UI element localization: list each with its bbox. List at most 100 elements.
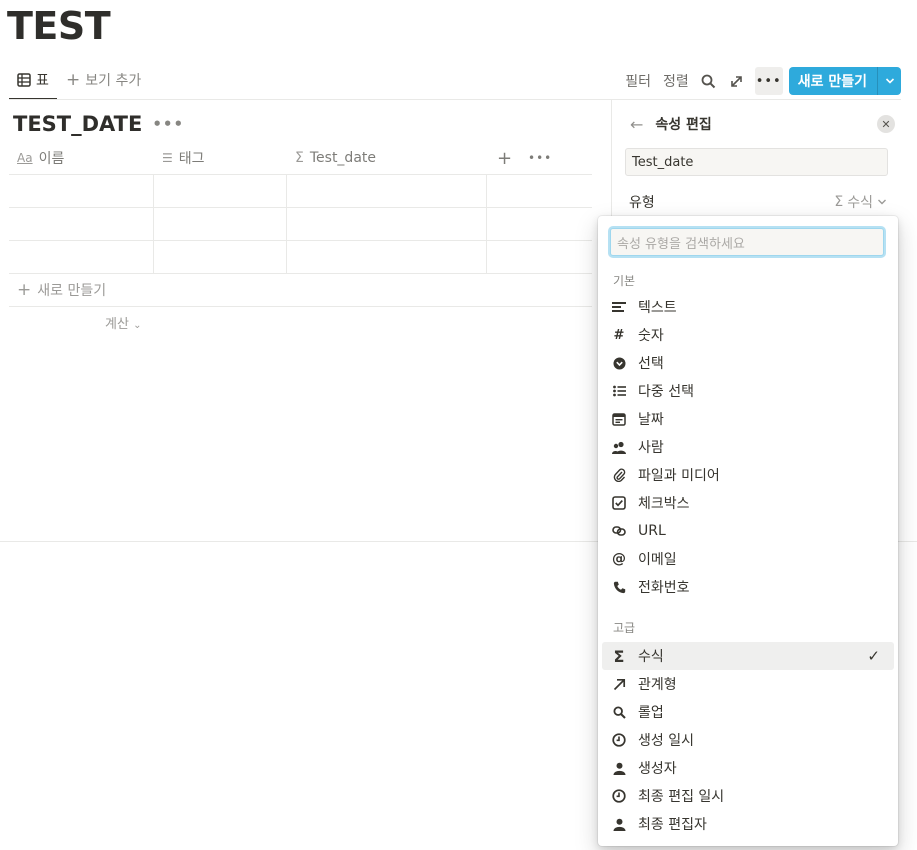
column-label: 이름 xyxy=(38,151,65,167)
column-divider xyxy=(153,175,154,274)
type-search-input[interactable]: 속성 유형을 검색하세요 xyxy=(610,228,884,256)
table-row[interactable] xyxy=(9,175,592,208)
option-label: 생성자 xyxy=(638,761,677,777)
phone-icon xyxy=(612,581,626,594)
type-option-number[interactable]: # 숫자 xyxy=(602,321,894,349)
column-divider xyxy=(486,175,487,274)
option-label: 전화번호 xyxy=(638,580,690,596)
database-title-text[interactable]: TEST_DATE xyxy=(13,112,142,136)
list-icon: ☰ xyxy=(162,151,173,165)
new-row-button[interactable]: + 새로 만들기 xyxy=(9,274,592,307)
panel-title: 속성 편집 xyxy=(655,117,712,133)
type-option-phone[interactable]: 전화번호 xyxy=(602,573,894,601)
type-option-select[interactable]: 선택 xyxy=(602,349,894,377)
view-bar: 표 + 보기 추가 필터 정렬 ••• 새로 만들기 xyxy=(0,62,917,100)
filter-button[interactable]: 필터 xyxy=(619,71,657,91)
type-option-date[interactable]: 날짜 xyxy=(602,405,894,433)
column-header-name[interactable]: Aa 이름 xyxy=(17,142,64,174)
plus-icon: + xyxy=(497,147,513,169)
add-view-button[interactable]: + 보기 추가 xyxy=(66,62,141,98)
person-icon xyxy=(612,818,626,831)
new-row-label: 새로 만들기 xyxy=(37,283,107,299)
column-header-test-date[interactable]: Σ Test_date xyxy=(295,142,376,174)
plus-icon: + xyxy=(17,280,32,300)
sigma-icon: Σ xyxy=(613,646,625,666)
search-icon[interactable] xyxy=(695,67,723,95)
type-option-created-time[interactable]: 생성 일시 xyxy=(602,726,894,754)
type-option-last-edited-time[interactable]: 최종 편집 일시 xyxy=(602,782,894,810)
column-header-tags[interactable]: ☰ 태그 xyxy=(162,142,205,174)
option-label: 최종 편집 일시 xyxy=(638,789,725,805)
close-icon[interactable]: ✕ xyxy=(877,115,895,133)
type-option-relation[interactable]: 관계형 xyxy=(602,670,894,698)
column-label: 태그 xyxy=(178,151,205,167)
more-options-icon[interactable]: ••• xyxy=(528,142,552,174)
more-options-icon[interactable]: ••• xyxy=(152,115,184,133)
chevron-down-icon: ⌄ xyxy=(133,320,142,331)
option-label: 다중 선택 xyxy=(638,384,694,400)
section-advanced: 고급 xyxy=(613,621,636,635)
arrow-left-icon[interactable]: ← xyxy=(630,115,643,134)
type-option-last-edited-by[interactable]: 최종 편집자 xyxy=(602,810,894,838)
tab-table-view[interactable]: 표 xyxy=(9,62,57,100)
calendar-icon xyxy=(612,412,626,426)
option-label: 이메일 xyxy=(638,552,677,568)
search-icon xyxy=(612,705,626,719)
search-placeholder: 속성 유형을 검색하세요 xyxy=(617,236,745,252)
calculate-button[interactable]: 계산 ⌄ xyxy=(105,313,141,332)
type-option-files[interactable]: 파일과 미디어 xyxy=(602,461,894,489)
type-option-text[interactable]: 텍스트 xyxy=(602,293,894,321)
add-view-label: 보기 추가 xyxy=(85,73,142,89)
chevron-down-icon xyxy=(878,199,886,205)
clock-icon xyxy=(612,789,626,803)
type-option-formula[interactable]: Σ 수식 ✓ xyxy=(602,642,894,670)
type-option-created-by[interactable]: 생성자 xyxy=(602,754,894,782)
table-row[interactable] xyxy=(9,241,592,274)
people-icon xyxy=(612,441,626,454)
paperclip-icon xyxy=(612,468,626,482)
tab-label: 표 xyxy=(36,73,49,89)
type-option-checkbox[interactable]: 체크박스 xyxy=(602,489,894,517)
type-option-url[interactable]: URL xyxy=(602,517,894,545)
type-option-email[interactable]: @ 이메일 xyxy=(602,545,894,573)
database-title: TEST_DATE ••• xyxy=(13,112,184,136)
type-label: 유형 xyxy=(629,195,655,211)
option-label: URL xyxy=(638,523,666,539)
multi-select-icon xyxy=(612,385,626,397)
page-title[interactable]: TEST xyxy=(7,4,111,48)
add-column-button[interactable]: + xyxy=(497,142,512,174)
option-label: 사람 xyxy=(638,440,664,456)
type-option-multi-select[interactable]: 다중 선택 xyxy=(602,377,894,405)
sort-button[interactable]: 정렬 xyxy=(657,71,695,91)
column-label: Test_date xyxy=(309,150,376,166)
at-icon: @ xyxy=(612,551,626,567)
toolbar: 필터 정렬 ••• 새로 만들기 xyxy=(619,66,901,96)
chevron-down-icon[interactable] xyxy=(877,67,901,95)
property-type-menu: 속성 유형을 검색하세요 기본 텍스트 # 숫자 선택 다중 선택 날짜 사람 … xyxy=(598,216,898,846)
section-basic: 기본 xyxy=(613,274,636,288)
new-button-group: 새로 만들기 xyxy=(788,67,901,95)
new-button[interactable]: 새로 만들기 xyxy=(789,67,877,95)
table-row[interactable] xyxy=(9,208,592,241)
option-label: 체크박스 xyxy=(638,496,690,512)
table-icon xyxy=(17,73,31,87)
more-options-icon[interactable]: ••• xyxy=(754,67,783,95)
person-icon xyxy=(612,762,626,775)
text-lines-icon xyxy=(612,301,626,313)
link-icon xyxy=(612,525,626,537)
type-option-rollup[interactable]: 롤업 xyxy=(602,698,894,726)
expand-icon[interactable] xyxy=(723,67,751,95)
select-icon xyxy=(612,357,626,370)
property-name-input[interactable]: Test_date xyxy=(625,148,888,176)
database-table: Aa 이름 ☰ 태그 Σ Test_date + ••• + 새로 만들기 xyxy=(9,142,592,307)
option-label: 텍스트 xyxy=(638,300,677,316)
option-label: 최종 편집자 xyxy=(638,817,707,833)
option-label: 롤업 xyxy=(638,705,664,721)
arrow-up-right-icon xyxy=(612,678,626,691)
type-select[interactable]: Σ 수식 xyxy=(834,192,887,212)
panel-header: ← 속성 편집 xyxy=(630,114,712,134)
type-option-person[interactable]: 사람 xyxy=(602,433,894,461)
option-label: 파일과 미디어 xyxy=(638,468,720,484)
sigma-icon: Σ xyxy=(295,150,304,166)
checkbox-icon xyxy=(612,496,626,510)
